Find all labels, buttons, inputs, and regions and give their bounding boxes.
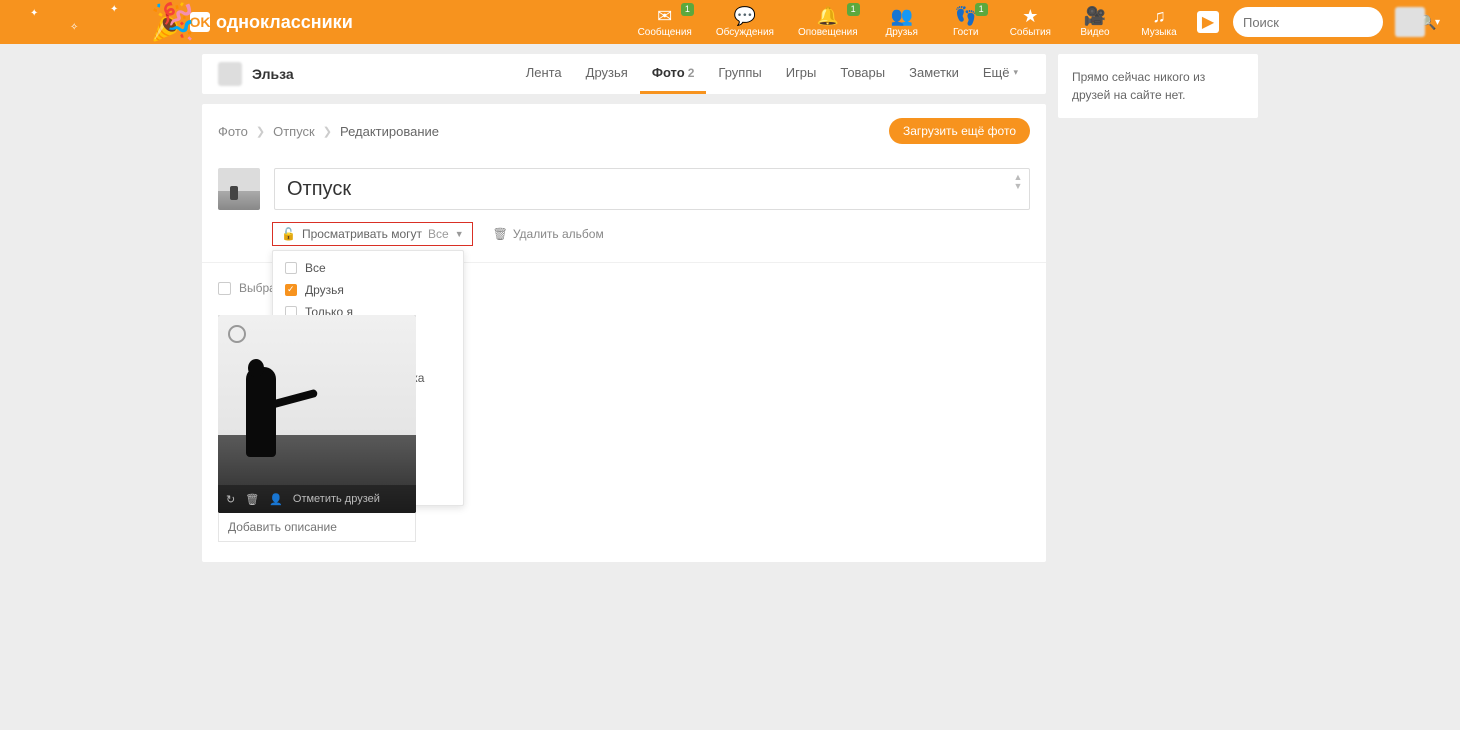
bell-icon: 🔔 <box>817 7 839 27</box>
play-icon: ▶ <box>1202 12 1214 32</box>
crumb-album[interactable]: Отпуск <box>273 124 315 139</box>
profile-bar: Эльза Лента Друзья Фото2 Группы Игры Тов… <box>202 54 1046 94</box>
tab-notes[interactable]: Заметки <box>897 54 971 94</box>
photo-select-circle[interactable] <box>228 325 246 343</box>
content-card: Фото ❯ Отпуск ❯ Редактирование Загрузить… <box>202 104 1046 562</box>
user-menu-caret-icon[interactable]: ▾ <box>1435 17 1440 28</box>
chevron-right-icon: ❯ <box>323 125 332 138</box>
privacy-value: Все <box>428 227 449 241</box>
nav-guests[interactable]: 👣 1 Гости <box>938 3 994 42</box>
nav-discussions[interactable]: 💬 Обсуждения <box>708 3 782 42</box>
nav-music[interactable]: ♫ Музыка <box>1131 3 1187 42</box>
badge: 1 <box>847 3 860 16</box>
badge: 1 <box>681 3 694 16</box>
photo-card: ↻ 🗑 👤 Отметить друзей <box>218 315 416 542</box>
nav-video[interactable]: 🎥 Видео <box>1067 3 1123 42</box>
nav-notifications[interactable]: 🔔 1 Оповещения <box>790 3 866 42</box>
caret-down-icon: ▼ <box>455 229 464 239</box>
profile-avatar[interactable] <box>218 62 242 86</box>
nav-label: Обсуждения <box>716 27 774 38</box>
title-spinner[interactable]: ▲▼ <box>1011 173 1025 191</box>
crumb-edit: Редактирование <box>340 124 439 139</box>
people-icon: 👥 <box>890 7 912 27</box>
tab-goods[interactable]: Товары <box>828 54 897 94</box>
album-edit-row: ▲▼ <box>202 158 1046 210</box>
photo-toolbar: ↻ 🗑 👤 Отметить друзей <box>218 485 416 513</box>
star-icon: ★ <box>1022 7 1038 27</box>
privacy-option-friends[interactable]: Друзья <box>273 279 463 301</box>
nav-label: Видео <box>1080 27 1109 38</box>
privacy-option-all[interactable]: Все <box>273 257 463 279</box>
music-icon: ♫ <box>1152 7 1166 27</box>
tab-friends[interactable]: Друзья <box>574 54 640 94</box>
tab-more[interactable]: Ещё <box>971 54 1030 94</box>
chat-icon: 💬 <box>734 7 756 27</box>
footprints-icon: 👣 <box>954 7 976 27</box>
tag-friends-icon[interactable]: 👤 <box>269 493 283 506</box>
chevron-right-icon: ❯ <box>256 125 265 138</box>
nav-label: Сообщения <box>638 27 692 38</box>
privacy-selector[interactable]: 🔓 Просматривать могут Все ▼ <box>272 222 473 246</box>
privacy-label: Просматривать могут <box>302 227 422 241</box>
nav-label: Музыка <box>1141 27 1176 38</box>
nav-messages[interactable]: ✉ 1 Сообщения <box>630 3 700 42</box>
photo-description-input[interactable] <box>218 513 416 542</box>
nav-label: События <box>1010 27 1051 38</box>
tab-photos[interactable]: Фото2 <box>640 54 707 94</box>
tab-feed[interactable]: Лента <box>514 54 574 94</box>
tag-friends-label[interactable]: Отметить друзей <box>293 493 380 505</box>
search-box[interactable]: 🔍 <box>1233 7 1383 37</box>
album-thumbnail <box>218 168 260 210</box>
top-nav: ✉ 1 Сообщения 💬 Обсуждения 🔔 1 Оповещени… <box>630 3 1187 42</box>
upload-more-button[interactable]: Загрузить ещё фото <box>889 118 1030 144</box>
nav-label: Оповещения <box>798 27 858 38</box>
tab-games[interactable]: Игры <box>774 54 829 94</box>
nav-label: Гости <box>953 27 978 38</box>
crumb-photos[interactable]: Фото <box>218 124 248 139</box>
party-hat-icon: 🎉 <box>150 1 195 43</box>
delete-album-link[interactable]: 🗑 Удалить альбом <box>493 227 604 241</box>
ok-logo-icon: OK <box>190 12 210 32</box>
sidebar-friends-online: Прямо сейчас никого из друзей на сайте н… <box>1058 54 1258 118</box>
select-all-checkbox[interactable] <box>218 282 231 295</box>
sidebar-text: Прямо сейчас никого из друзей на сайте н… <box>1072 70 1205 102</box>
badge: 1 <box>975 3 988 16</box>
rotate-icon[interactable]: ↻ <box>226 493 235 506</box>
nav-label: Друзья <box>885 27 917 38</box>
profile-tabs: Лента Друзья Фото2 Группы Игры Товары За… <box>514 54 1030 94</box>
brand-text: одноклассники <box>216 12 353 33</box>
privacy-row: 🔓 Просматривать могут Все ▼ 🗑 Удалить ал… <box>272 222 850 246</box>
album-title-input[interactable] <box>274 168 1030 210</box>
logo[interactable]: OK одноклассники <box>190 12 353 33</box>
play-button[interactable]: ▶ <box>1197 11 1219 33</box>
trash-icon: 🗑 <box>493 227 508 241</box>
photo-image[interactable]: ↻ 🗑 👤 Отметить друзей <box>218 315 416 513</box>
breadcrumb: Фото ❯ Отпуск ❯ Редактирование Загрузить… <box>202 104 1046 158</box>
topbar: ✦ ✧ ✦ ✦ ✧ ✦ 🎉 OK одноклассники ✉ 1 Сообщ… <box>0 0 1460 44</box>
delete-photo-icon[interactable]: 🗑 <box>245 493 259 506</box>
search-input[interactable] <box>1243 15 1419 30</box>
nav-events[interactable]: ★ События <box>1002 3 1059 42</box>
nav-friends[interactable]: 👥 Друзья <box>874 3 930 42</box>
profile-name[interactable]: Эльза <box>252 66 294 82</box>
lock-icon: 🔓 <box>281 227 296 241</box>
delete-album-label: Удалить альбом <box>513 227 604 241</box>
envelope-icon: ✉ <box>657 7 672 27</box>
user-avatar[interactable] <box>1395 7 1425 37</box>
tab-groups[interactable]: Группы <box>706 54 773 94</box>
camera-icon: 🎥 <box>1084 7 1106 27</box>
